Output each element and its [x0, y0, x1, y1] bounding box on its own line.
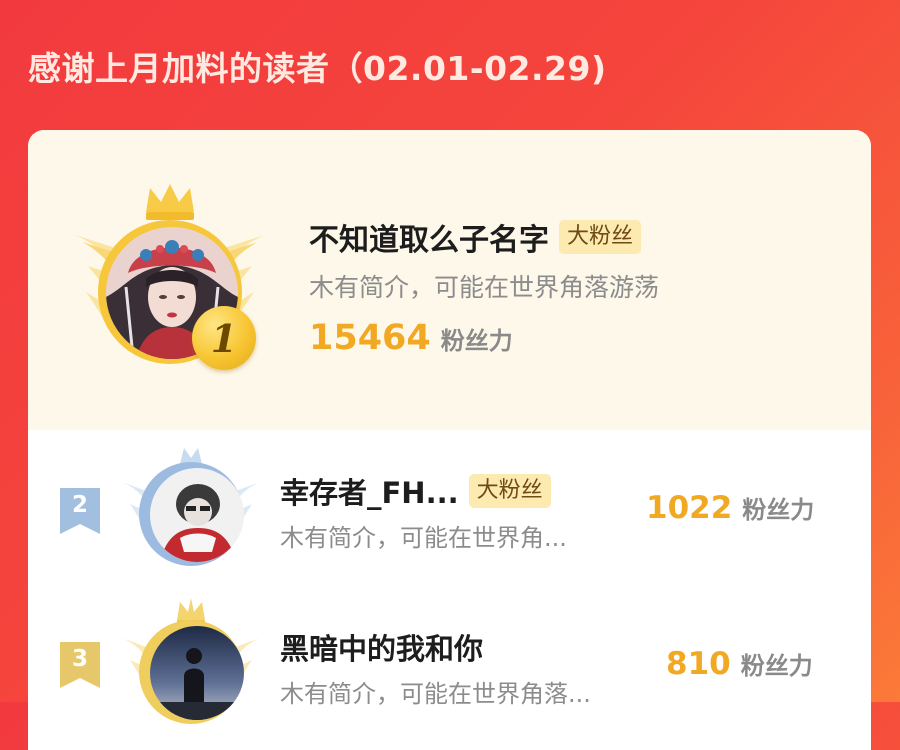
rank-ribbon-icon: 3 — [60, 642, 100, 688]
leaderboard-card: 1 不知道取么子名字 大粉丝 木有简介，可能在世界角落游荡 15464 粉丝力 … — [28, 130, 871, 750]
points-value: 810 — [666, 646, 731, 682]
rank-number: 1 — [210, 315, 238, 361]
user-name[interactable]: 不知道取么子名字 — [309, 215, 549, 259]
points-unit: 粉丝力 — [740, 652, 813, 680]
rank-number: 2 — [71, 492, 88, 518]
points-value: 15464 — [309, 318, 431, 358]
points-unit: 粉丝力 — [440, 327, 513, 355]
user-name[interactable]: 黑暗中的我和你 — [280, 626, 483, 668]
rank-number: 3 — [71, 646, 88, 672]
points-value: 1022 — [646, 490, 733, 526]
rank-ribbon-icon: 2 — [60, 488, 100, 534]
user-name[interactable]: 幸存者_FH... — [280, 470, 459, 512]
points-unit: 粉丝力 — [742, 496, 815, 524]
user-bio: 木有简介，可能在世界角落... — [280, 680, 591, 708]
avatar — [150, 468, 244, 562]
avatar — [150, 626, 244, 720]
user-bio: 木有简介，可能在世界角... — [280, 524, 567, 552]
leaderboard-item-1[interactable]: 1 不知道取么子名字 大粉丝 木有简介，可能在世界角落游荡 15464 粉丝力 — [28, 130, 871, 430]
leaderboard-item-2[interactable]: 2 幸存者_FH... 大粉丝 木有简介，可能在世界角... 1022 粉丝力 — [28, 430, 871, 590]
page-title: 感谢上月加料的读者（02.01-02.29) — [28, 49, 607, 88]
user-bio: 木有简介，可能在世界角落游荡 — [309, 273, 660, 302]
fan-badge: 大粉丝 — [468, 474, 551, 508]
leaderboard-item-3[interactable]: 3 黑暗中的我和你 木有简介，可能在世界角落... 810 粉丝力 — [28, 590, 871, 750]
fan-badge: 大粉丝 — [559, 220, 642, 254]
crown-icon — [146, 184, 194, 220]
rank-medal-icon: 1 — [192, 306, 256, 370]
